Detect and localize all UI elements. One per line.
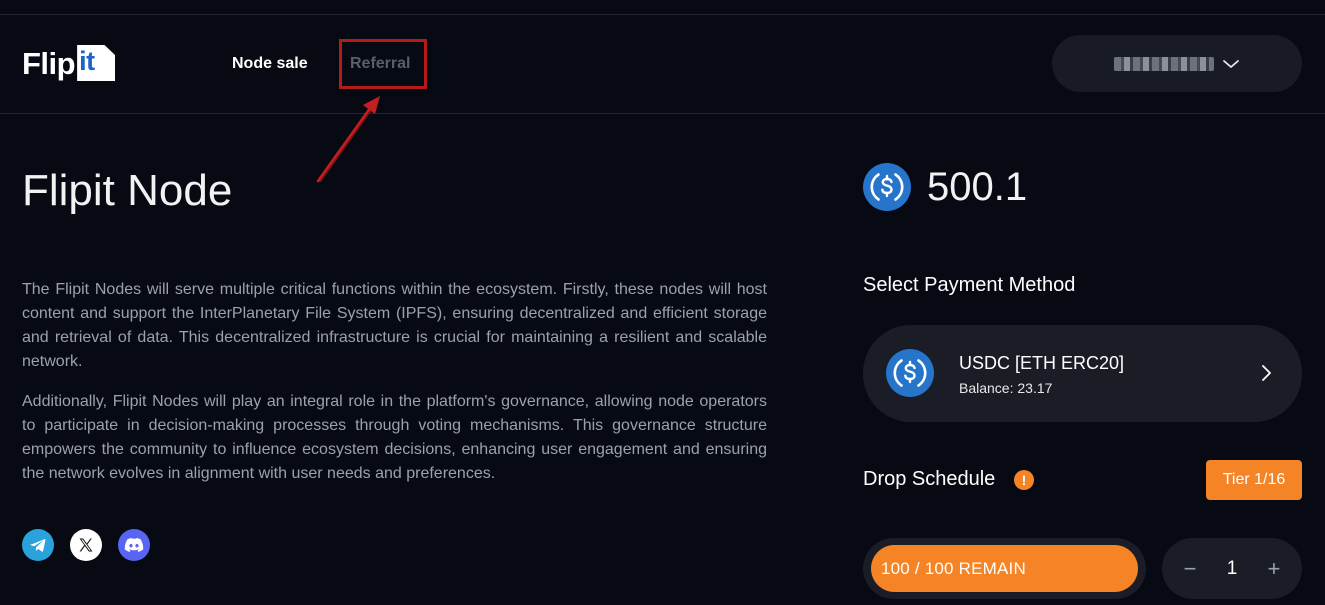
payment-balance: Balance: 23.17 [959, 380, 1053, 396]
increment-button[interactable]: + [1266, 557, 1282, 580]
wallet-address-blurred [1114, 56, 1214, 71]
remaining-progress-fill: 100 / 100 REMAIN [871, 545, 1138, 592]
discord-icon[interactable] [118, 529, 150, 561]
info-warning-icon[interactable]: ! [1014, 470, 1034, 490]
chevron-down-icon [1223, 59, 1239, 68]
flipit-logo[interactable]: Flip it [22, 42, 116, 84]
nav-node-sale[interactable]: Node sale [232, 55, 308, 73]
chevron-right-icon [1262, 365, 1271, 381]
payment-method-heading: Select Payment Method [863, 274, 1076, 296]
header-divider [0, 113, 1325, 114]
usdc-icon [863, 163, 911, 211]
logo-text-flip: Flip [22, 45, 76, 81]
exclamation-glyph: ! [1021, 472, 1027, 488]
top-divider [0, 14, 1325, 15]
x-icon[interactable] [70, 529, 102, 561]
description-paragraph-2: Additionally, Flipit Nodes will play an … [22, 393, 767, 482]
description-paragraph-1: The Flipit Nodes will serve multiple cri… [22, 281, 767, 370]
page-title: Flipit Node [22, 166, 233, 215]
drop-schedule-heading: Drop Schedule [863, 468, 996, 490]
usdc-icon [886, 349, 934, 397]
payment-method-name: USDC [ETH ERC20] [959, 353, 1125, 373]
tier-badge: Tier 1/16 [1206, 460, 1302, 500]
quantity-stepper[interactable]: − 1 + [1162, 538, 1302, 599]
quantity-value[interactable]: 1 [1227, 558, 1238, 580]
annotation-arrow [316, 96, 380, 183]
referral-highlight-box [339, 39, 427, 89]
payment-method-selector[interactable]: USDC [ETH ERC20] Balance: 23.17 [863, 325, 1302, 422]
remaining-count: 100 / 100 REMAIN [881, 558, 1026, 578]
decrement-button[interactable]: − [1182, 557, 1198, 580]
telegram-icon[interactable] [22, 529, 54, 561]
remaining-progress-bar: 100 / 100 REMAIN [863, 538, 1146, 599]
wallet-account-button[interactable] [1052, 35, 1302, 92]
logo-text-it: it [79, 46, 95, 76]
node-price: 500.1 [927, 165, 1028, 209]
logo-it-badge: it [77, 45, 116, 81]
